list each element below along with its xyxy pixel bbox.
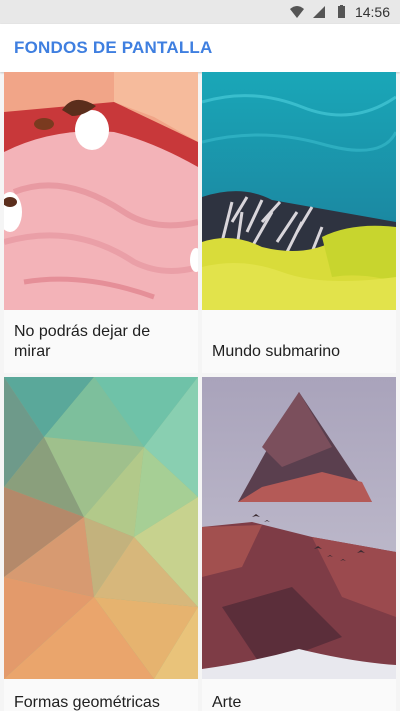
category-label: Formas geométricas xyxy=(14,694,160,711)
category-label: Mundo submarino xyxy=(212,343,341,360)
wifi-icon xyxy=(289,6,304,18)
wallpaper-category-grid: No podrás dejar de mirar Mundo submarino… xyxy=(0,72,400,711)
category-label: No podrás dejar de mirar xyxy=(14,323,151,360)
category-thumbnail xyxy=(4,377,198,679)
category-thumbnail xyxy=(4,72,198,310)
page-title: FONDOS DE PANTALLA xyxy=(14,38,213,57)
category-thumbnail xyxy=(202,377,396,679)
category-card-arte[interactable]: Arte xyxy=(202,377,396,711)
battery-icon xyxy=(337,5,345,18)
category-card-no-podras-dejar-de-mirar[interactable]: No podrás dejar de mirar xyxy=(4,72,198,373)
signal-icon xyxy=(312,6,325,18)
category-thumbnail xyxy=(202,72,396,310)
category-card-mundo-submarino[interactable]: Mundo submarino xyxy=(202,72,396,373)
status-time: 14:56 xyxy=(354,4,390,20)
category-card-formas-geometricas[interactable]: Formas geométricas xyxy=(4,377,198,711)
category-label: Arte xyxy=(212,694,242,711)
app-bar: FONDOS DE PANTALLA xyxy=(0,24,400,72)
status-bar: 14:56 xyxy=(0,0,400,24)
